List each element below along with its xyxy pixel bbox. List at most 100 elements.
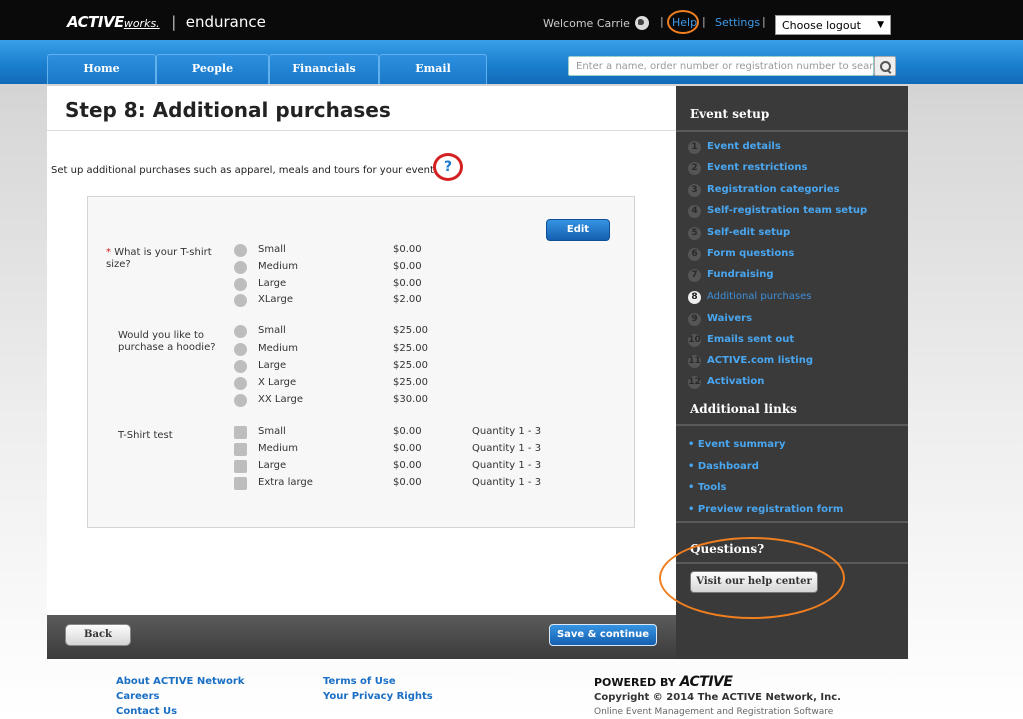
logo[interactable]: ACTIVEworks. | endurance	[67, 13, 266, 31]
logout-selected-value: Choose logout	[782, 19, 861, 32]
footer-link-privacy[interactable]: Your Privacy Rights	[323, 691, 433, 702]
step-number: 11	[688, 355, 701, 368]
step-label: Additional purchases	[707, 291, 812, 302]
option-price: $0.00	[393, 261, 422, 272]
sidebar-step-active-listing[interactable]: 11 ACTIVE.com listing	[688, 355, 813, 371]
checkbox[interactable]	[234, 460, 247, 473]
option-name: X Large	[258, 377, 297, 388]
question-highlight-ring	[433, 153, 463, 181]
main-panel: Step 8: Additional purchases Set up addi…	[47, 86, 676, 615]
powered-by-label: POWERED BY	[594, 676, 676, 689]
option-price: $25.00	[393, 325, 428, 336]
option-row: Medium $25.00	[88, 343, 636, 357]
sidebar-step-registration-categories[interactable]: 3 Registration categories	[688, 184, 840, 200]
option-name: Medium	[258, 343, 298, 354]
logo-separator: |	[171, 13, 177, 31]
save-continue-button[interactable]: Save & continue	[549, 624, 657, 646]
search-icon[interactable]	[874, 56, 896, 76]
radio-button[interactable]	[234, 394, 247, 407]
option-quantity: Quantity 1 - 3	[472, 460, 542, 471]
radio-button[interactable]	[234, 343, 247, 356]
welcome-text: Welcome Carrie	[543, 16, 649, 30]
radio-button[interactable]	[234, 377, 247, 390]
footer-link-careers[interactable]: Careers	[116, 691, 159, 702]
step-number: 10	[688, 334, 701, 347]
sidebar-link-preview-form[interactable]: • Preview registration form	[688, 504, 843, 515]
edit-button[interactable]: Edit	[546, 219, 610, 241]
step-number: 9	[688, 313, 701, 326]
option-name: Small	[258, 426, 286, 437]
step-label: Registration categories	[707, 184, 840, 195]
tab-financials[interactable]: Financials	[269, 54, 379, 84]
sidebar-step-self-edit-setup[interactable]: 5 Self-edit setup	[688, 227, 790, 243]
option-quantity: Quantity 1 - 3	[472, 443, 542, 454]
sidebar-step-event-restrictions[interactable]: 2 Event restrictions	[688, 162, 807, 178]
radio-button[interactable]	[234, 360, 247, 373]
option-row: X Large $25.00	[88, 377, 636, 391]
radio-button[interactable]	[234, 278, 247, 291]
sidebar-step-team-setup[interactable]: 4 Self-registration team setup	[688, 205, 867, 221]
sidebar-step-fundraising[interactable]: 7 Fundraising	[688, 269, 774, 285]
powered-by-brand: ACTIVE	[679, 674, 733, 690]
search-input[interactable]: Enter a name, order number or registrati…	[568, 56, 874, 76]
footer-link-terms[interactable]: Terms of Use	[323, 676, 396, 687]
option-name: XX Large	[258, 394, 304, 405]
logout-select[interactable]: Choose logout ▼	[775, 15, 891, 35]
checkbox[interactable]	[234, 477, 247, 490]
footer-link-contact[interactable]: Contact Us	[116, 706, 177, 717]
checkbox[interactable]	[234, 443, 247, 456]
topbar-separator: |	[702, 15, 706, 28]
option-row: Large $25.00	[88, 360, 636, 374]
sidebar-divider	[676, 521, 908, 523]
radio-button[interactable]	[234, 325, 247, 338]
radio-button[interactable]	[234, 261, 247, 274]
sidebar-step-waivers[interactable]: 9 Waivers	[688, 313, 752, 329]
sidebar-link-event-summary[interactable]: • Event summary	[688, 439, 786, 450]
tab-home[interactable]: Home	[47, 54, 156, 84]
option-price: $0.00	[393, 278, 422, 289]
option-row: Small $0.00 Quantity 1 - 3	[88, 426, 636, 440]
radio-button[interactable]	[234, 294, 247, 307]
globe-icon[interactable]	[634, 16, 649, 30]
sidebar-link-dashboard[interactable]: • Dashboard	[688, 461, 759, 472]
option-price: $0.00	[393, 477, 422, 488]
option-quantity: Quantity 1 - 3	[472, 477, 542, 488]
option-row: XX Large $30.00	[88, 394, 636, 408]
logo-brand-suffix: works.	[123, 17, 160, 30]
step-number: 4	[688, 205, 701, 218]
action-bar: Back Save & continue	[47, 615, 676, 659]
topbar-separator: |	[660, 15, 664, 28]
option-name: Medium	[258, 443, 298, 454]
option-price: $0.00	[393, 244, 422, 255]
sidebar-step-activation[interactable]: 12 Activation	[688, 376, 764, 392]
tab-email[interactable]: Email	[379, 54, 487, 84]
footer-link-about[interactable]: About ACTIVE Network	[116, 676, 244, 687]
sidebar-link-tools[interactable]: • Tools	[688, 482, 727, 493]
sidebar-step-event-details[interactable]: 1 Event details	[688, 141, 781, 157]
step-label: Self-registration team setup	[707, 205, 868, 216]
step-label: Activation	[707, 376, 765, 387]
step-label: Event details	[707, 141, 781, 152]
tab-people[interactable]: People	[156, 54, 269, 84]
step-number: 8	[688, 291, 701, 304]
welcome-label: Welcome Carrie	[543, 17, 630, 30]
step-label: Self-edit setup	[707, 227, 791, 238]
help-highlight-ring	[667, 10, 699, 34]
option-row: Medium $0.00	[88, 261, 636, 275]
powered-by-logo: POWERED BY ACTIVE	[594, 674, 733, 690]
option-name: Medium	[258, 261, 298, 272]
intro-text: Set up additional purchases such as appa…	[51, 165, 434, 176]
copyright-text: Copyright © 2014 The ACTIVE Network, Inc…	[594, 692, 841, 703]
checkbox[interactable]	[234, 426, 247, 439]
topbar-separator: |	[762, 15, 766, 28]
option-name: Small	[258, 244, 286, 255]
radio-button[interactable]	[234, 244, 247, 257]
settings-link[interactable]: Settings	[715, 16, 760, 29]
purchases-preview-box: Edit * What is your T-shirt size? Small …	[87, 196, 635, 528]
sidebar-step-emails-sent-out[interactable]: 10 Emails sent out	[688, 334, 794, 350]
title-divider	[47, 130, 676, 131]
option-name: XLarge	[258, 294, 293, 305]
sidebar-step-additional-purchases[interactable]: 8 Additional purchases	[688, 291, 812, 307]
back-button[interactable]: Back	[65, 624, 131, 646]
sidebar-step-form-questions[interactable]: 6 Form questions	[688, 248, 794, 264]
